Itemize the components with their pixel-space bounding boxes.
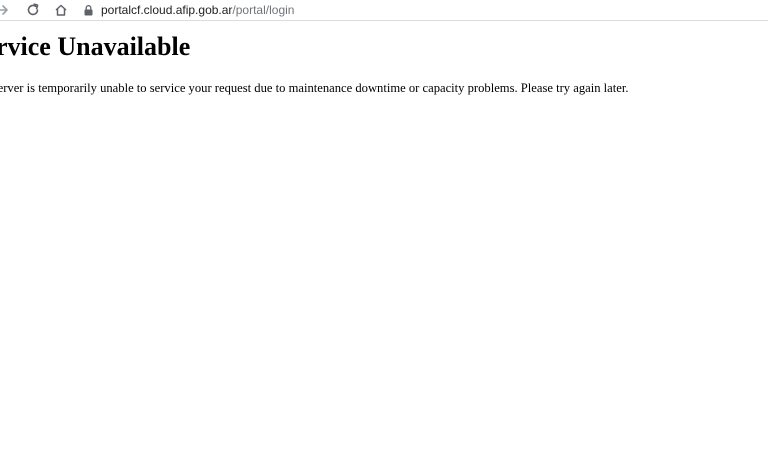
home-button[interactable] [51, 0, 71, 20]
lock-icon[interactable] [84, 4, 93, 16]
reload-icon [27, 3, 39, 16]
browser-toolbar: portalcf.cloud.afip.gob.ar/portal/login [0, 0, 768, 21]
page-title: Service Unavailable [0, 32, 191, 61]
home-icon [55, 4, 67, 16]
forward-button[interactable] [0, 0, 12, 20]
reload-button[interactable] [23, 0, 43, 20]
address-bar[interactable]: portalcf.cloud.afip.gob.ar/portal/login [84, 0, 294, 20]
url-host[interactable]: portalcf.cloud.afip.gob.ar [101, 0, 232, 20]
forward-arrow-icon [0, 5, 8, 15]
url-path[interactable]: /portal/login [232, 0, 294, 20]
error-message: The server is temporarily unable to serv… [0, 81, 629, 95]
